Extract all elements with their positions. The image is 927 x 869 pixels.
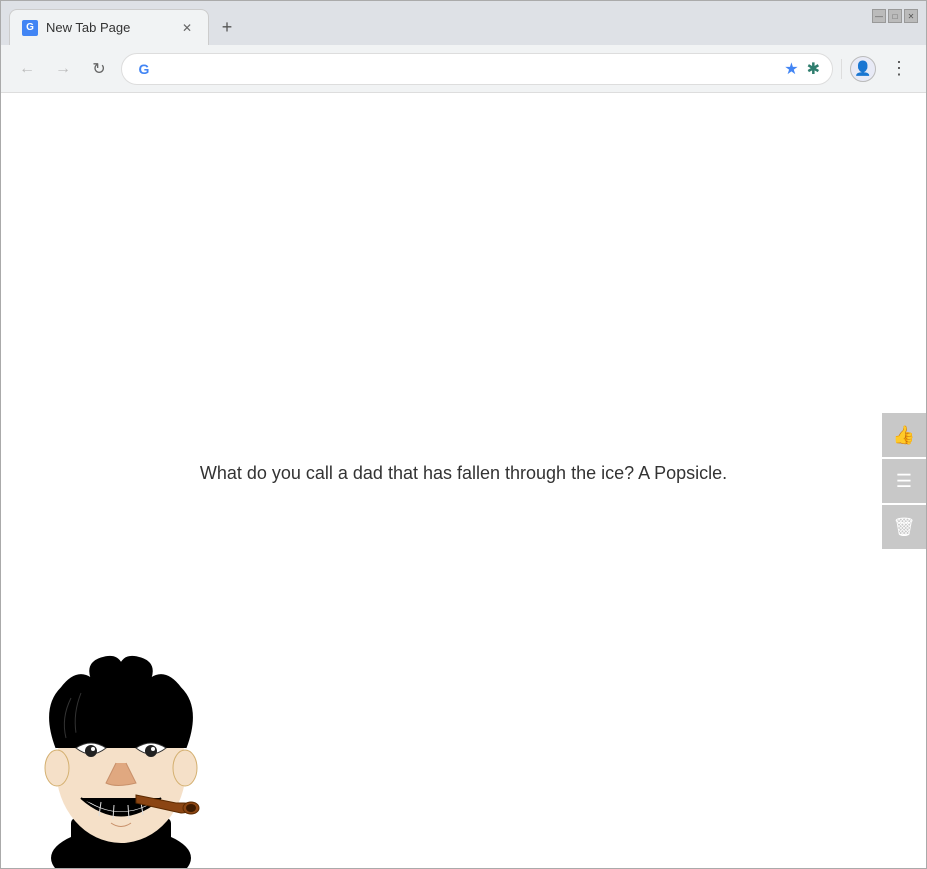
maximize-button[interactable]: □ [888, 9, 902, 23]
tab-favicon: G [22, 20, 38, 36]
main-content: What do you call a dad that has fallen t… [1, 93, 926, 868]
back-icon: ← [19, 60, 35, 78]
forward-icon: → [55, 60, 71, 78]
refresh-button[interactable]: ↻ [85, 55, 113, 83]
window-controls: — □ ✕ [872, 9, 918, 23]
browser-window: G New Tab Page ✕ + — □ ✕ ← → [0, 0, 927, 869]
more-options-button[interactable]: ⋮ [884, 54, 914, 83]
google-g-icon: G [139, 61, 150, 77]
account-icon[interactable]: 👤 [850, 56, 876, 82]
refresh-icon: ↻ [92, 59, 105, 79]
thumbs-up-button[interactable]: 👍 [882, 413, 926, 457]
active-tab[interactable]: G New Tab Page ✕ [9, 9, 209, 45]
close-button[interactable]: ✕ [904, 9, 918, 23]
list-icon: ☰ [896, 471, 912, 492]
tab-bar: G New Tab Page ✕ + [9, 1, 241, 45]
joke-text: What do you call a dad that has fallen t… [200, 463, 727, 484]
list-button[interactable]: ☰ [882, 459, 926, 503]
bookmark-star-icon[interactable]: ★ [784, 59, 798, 79]
thumbs-up-icon: 👍 [893, 425, 915, 446]
trash-icon: 🗑 [893, 517, 916, 538]
tab-title: New Tab Page [46, 20, 170, 35]
address-icons: ★ ✱ [784, 59, 820, 79]
address-bar[interactable]: G ★ ✱ [121, 53, 833, 85]
title-bar: G New Tab Page ✕ + — □ ✕ [1, 1, 926, 45]
account-avatar: 👤 [854, 60, 871, 77]
new-tab-button[interactable]: + [213, 13, 241, 41]
address-input[interactable] [162, 61, 776, 77]
back-button[interactable]: ← [13, 55, 41, 83]
google-logo: G [134, 59, 154, 79]
nav-bar: ← → ↻ G ★ ✱ 👤 ⋮ [1, 45, 926, 93]
extension-icon[interactable]: ✱ [807, 59, 820, 79]
troll-face-image [21, 648, 221, 868]
tab-close-button[interactable]: ✕ [178, 19, 196, 37]
nav-divider [841, 59, 842, 79]
delete-button[interactable]: 🗑 [882, 505, 926, 549]
forward-button[interactable]: → [49, 55, 77, 83]
minimize-button[interactable]: — [872, 9, 886, 23]
action-buttons: 👍 ☰ 🗑 [882, 413, 926, 549]
